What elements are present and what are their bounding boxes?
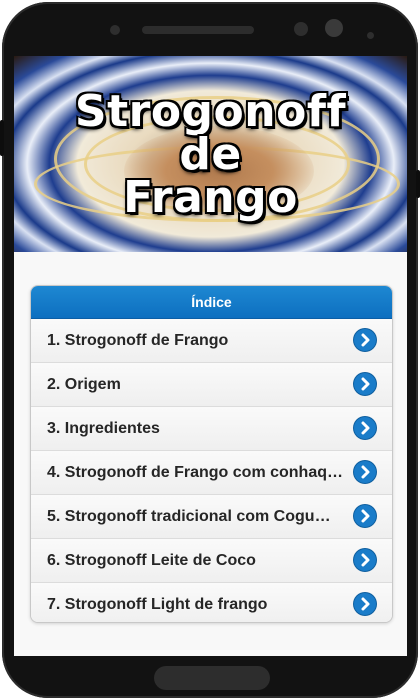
chevron-right-icon[interactable] <box>354 593 376 615</box>
index-item-label: 6. Strogonoff Leite de Coco <box>47 552 256 569</box>
index-item-label: 7. Strogonoff Light de frango <box>47 596 268 613</box>
index-item-label: 1. Strogonoff de Frango <box>47 332 229 349</box>
index-item-7[interactable]: 7. Strogonoff Light de frango <box>31 583 392 622</box>
chevron-right-icon[interactable] <box>354 505 376 527</box>
hero-title: Strogonoff de Frango <box>14 86 407 223</box>
index-item-label: 2. Origem <box>47 376 121 393</box>
chevron-right-icon[interactable] <box>354 461 376 483</box>
front-camera-lens-icon <box>325 19 343 37</box>
index-item-3[interactable]: 3. Ingredientes <box>31 407 392 451</box>
index-item-label: 4. Strogonoff de Frango com conhaque <box>47 464 344 481</box>
sensor-icon <box>110 25 120 35</box>
proximity-sensor-icon <box>367 32 374 39</box>
volume-button <box>0 120 4 156</box>
index-item-5[interactable]: 5. Strogonoff tradicional com Cogum… <box>31 495 392 539</box>
chevron-right-icon[interactable] <box>354 549 376 571</box>
home-button[interactable] <box>154 666 270 690</box>
index-item-2[interactable]: 2. Origem <box>31 363 392 407</box>
index-header: Índice <box>31 286 392 319</box>
front-camera-icon <box>294 22 308 36</box>
index-card: Índice 1. Strogonoff de Frango 2. Origem… <box>30 285 393 623</box>
hero-title-line-1: Strogonoff <box>74 86 347 137</box>
chevron-right-icon[interactable] <box>354 417 376 439</box>
hero-title-line-3: Frango <box>123 172 298 223</box>
index-list: 1. Strogonoff de Frango 2. Origem 3. Ing… <box>31 319 392 622</box>
index-item-label: 5. Strogonoff tradicional com Cogum… <box>47 508 344 525</box>
hero-title-line-2: de <box>179 129 242 180</box>
app-screen: Strogonoff de Frango Índice 1. Strogonof… <box>14 56 407 656</box>
power-button <box>416 170 420 198</box>
index-item-6[interactable]: 6. Strogonoff Leite de Coco <box>31 539 392 583</box>
index-item-1[interactable]: 1. Strogonoff de Frango <box>31 319 392 363</box>
index-item-label: 3. Ingredientes <box>47 420 160 437</box>
index-item-4[interactable]: 4. Strogonoff de Frango com conhaque <box>31 451 392 495</box>
hero-banner: Strogonoff de Frango <box>14 56 407 252</box>
phone-frame: Strogonoff de Frango Índice 1. Strogonof… <box>0 2 420 698</box>
chevron-right-icon[interactable] <box>354 373 376 395</box>
earpiece-speaker <box>142 26 254 34</box>
chevron-right-icon[interactable] <box>354 329 376 351</box>
